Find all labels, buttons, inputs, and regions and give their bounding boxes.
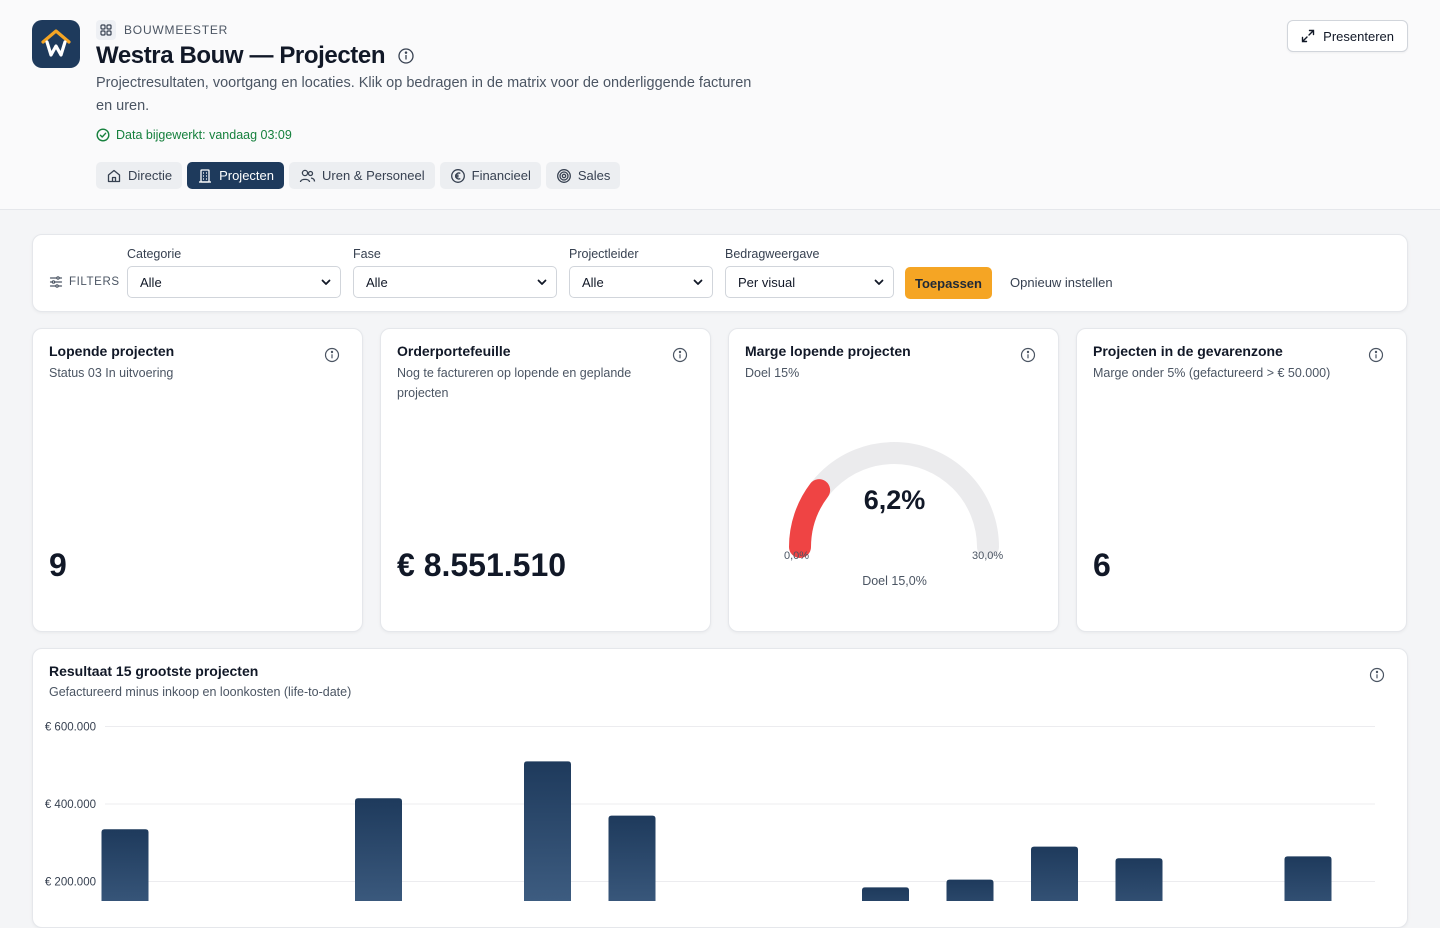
page-header: BOUWMEESTER Westra Bouw — Projecten Proj… [0,0,1440,210]
gauge-min-label: 0,0% [784,550,810,562]
kpi-title: Lopende projecten [49,343,175,359]
kpi-subtitle: Nog te factureren op lopende en geplande… [397,366,632,400]
filters-text: FILTERS [69,276,120,288]
tab-label: Uren & Personeel [322,168,425,183]
kpi-subtitle: Status 03 In uitvoering [49,366,174,380]
bedragweergave-label: Bedragweergave [725,247,820,261]
chevron-down-icon [874,279,884,285]
tab-uren-personeel[interactable]: Uren & Personeel [289,162,435,189]
dashboard-tabs: Directie Projecten Uren & Personeel Fina… [96,162,621,189]
kpi-value: 9 [49,547,67,583]
fase-value: Alle [366,274,388,290]
kpi-gevarenzone: Projecten in de gevarenzone Marge onder … [1076,328,1407,632]
kpi-subtitle: Doel 15% [745,366,800,380]
filters-label: FILTERS [49,275,120,289]
reset-button[interactable]: Opnieuw instellen [1010,275,1113,290]
building-icon [199,168,212,183]
bar[interactable] [946,879,994,901]
kpi-orderportefeuille: Orderportefeuille Nog te factureren op l… [380,328,711,632]
chart-resultaat-projecten: € 200.000 € 400.000 € 600.000 Resultaat 15… [32,648,1408,928]
info-icon[interactable] [1369,667,1385,683]
info-icon[interactable] [324,347,340,363]
fase-select[interactable]: Alle [353,266,557,298]
gauge-value: 6,2% [863,485,926,515]
kpi-value: € 8.551.510 [397,547,567,583]
page-title: Westra Bouw — Projecten [96,42,386,69]
filter-categorie: Categorie Alle [127,247,341,298]
info-icon[interactable] [1020,347,1036,363]
categorie-select[interactable]: Alle [127,266,341,298]
users-icon [299,169,316,182]
app-logo[interactable] [32,20,80,68]
apply-button[interactable]: Toepassen [905,267,992,299]
info-icon[interactable] [397,47,415,65]
kpi-title: Orderportefeuille [397,343,511,359]
tab-sales[interactable]: Sales [545,162,621,189]
filter-fase: Fase Alle [353,247,557,298]
home-icon [107,169,121,182]
info-icon[interactable] [672,347,688,363]
title-row: Westra Bouw — Projecten [96,42,415,70]
fase-label: Fase [353,247,381,261]
y-tick-label: € 400.000 [45,799,96,811]
tab-label: Financieel [471,168,531,183]
gauge-target-label: Doel 15,0% [862,574,927,588]
bar[interactable] [524,761,571,901]
brand-label: BOUWMEESTER [124,23,229,37]
tab-projecten[interactable]: Projecten [187,162,284,189]
filter-bar: FILTERS Categorie Alle Fase Alle Project… [32,234,1408,312]
tab-label: Projecten [219,168,274,183]
chart-subtitle: Gefactureerd minus inkoop en loonkosten … [49,685,352,699]
chevron-down-icon [321,279,331,285]
updated-text: Data bijgewerkt: vandaag 03:09 [116,128,292,142]
present-button[interactable]: Presenteren [1287,20,1408,52]
bar[interactable] [1115,858,1163,901]
filter-projectleider: Projectleider Alle [569,247,713,298]
bedragweergave-select[interactable]: Per visual [725,266,894,298]
data-updated-status: Data bijgewerkt: vandaag 03:09 [96,128,292,142]
kpi-title: Marge lopende projecten [745,343,911,359]
chevron-down-icon [693,279,703,285]
filter-bedragweergave: Bedragweergave Per visual [725,247,894,298]
euro-icon [450,168,465,183]
kpi-marge-lopende-projecten: Marge lopende projecten Doel 15% 6,2% 0,… [728,328,1059,632]
categorie-label: Categorie [127,247,182,261]
y-tick-label: € 200.000 [45,877,96,889]
bar[interactable] [101,829,149,901]
bar[interactable] [355,798,402,901]
tab-directie[interactable]: Directie [96,162,183,189]
info-icon[interactable] [1368,347,1384,363]
projectleider-select[interactable]: Alle [569,266,713,298]
gauge-max-label: 30,0% [972,550,1004,562]
categorie-value: Alle [140,274,162,290]
page-subtitle: Projectresultaten, voortgang en locaties… [96,75,752,114]
bar[interactable] [1031,846,1078,901]
tab-label: Directie [128,168,173,183]
bar[interactable] [608,815,656,901]
check-circle-icon [96,128,110,142]
present-label: Presenteren [1323,28,1394,44]
chevron-down-icon [537,279,547,285]
expand-icon [1301,29,1315,43]
bar[interactable] [1284,856,1332,901]
kpi-value: 6 [1093,547,1111,583]
sliders-icon [49,276,63,288]
bar[interactable] [862,887,909,901]
projectleider-label: Projectleider [569,247,639,261]
brand-row: BOUWMEESTER [96,20,228,40]
grid-icon [96,20,116,40]
kpi-lopende-projecten: Lopende projecten Status 03 In uitvoerin… [32,328,363,632]
projectleider-value: Alle [582,274,604,290]
y-tick-label: € 600.000 [45,722,96,734]
kpi-subtitle: Marge onder 5% (gefactureerd > € 50.000) [1093,366,1331,380]
tab-label: Sales [577,168,611,183]
chart-title: Resultaat 15 grootste projecten [49,663,259,679]
kpi-title: Projecten in de gevarenzone [1093,343,1283,359]
tab-financieel[interactable]: Financieel [439,162,541,189]
bedragweergave-value: Per visual [738,274,796,290]
target-icon [556,168,571,183]
